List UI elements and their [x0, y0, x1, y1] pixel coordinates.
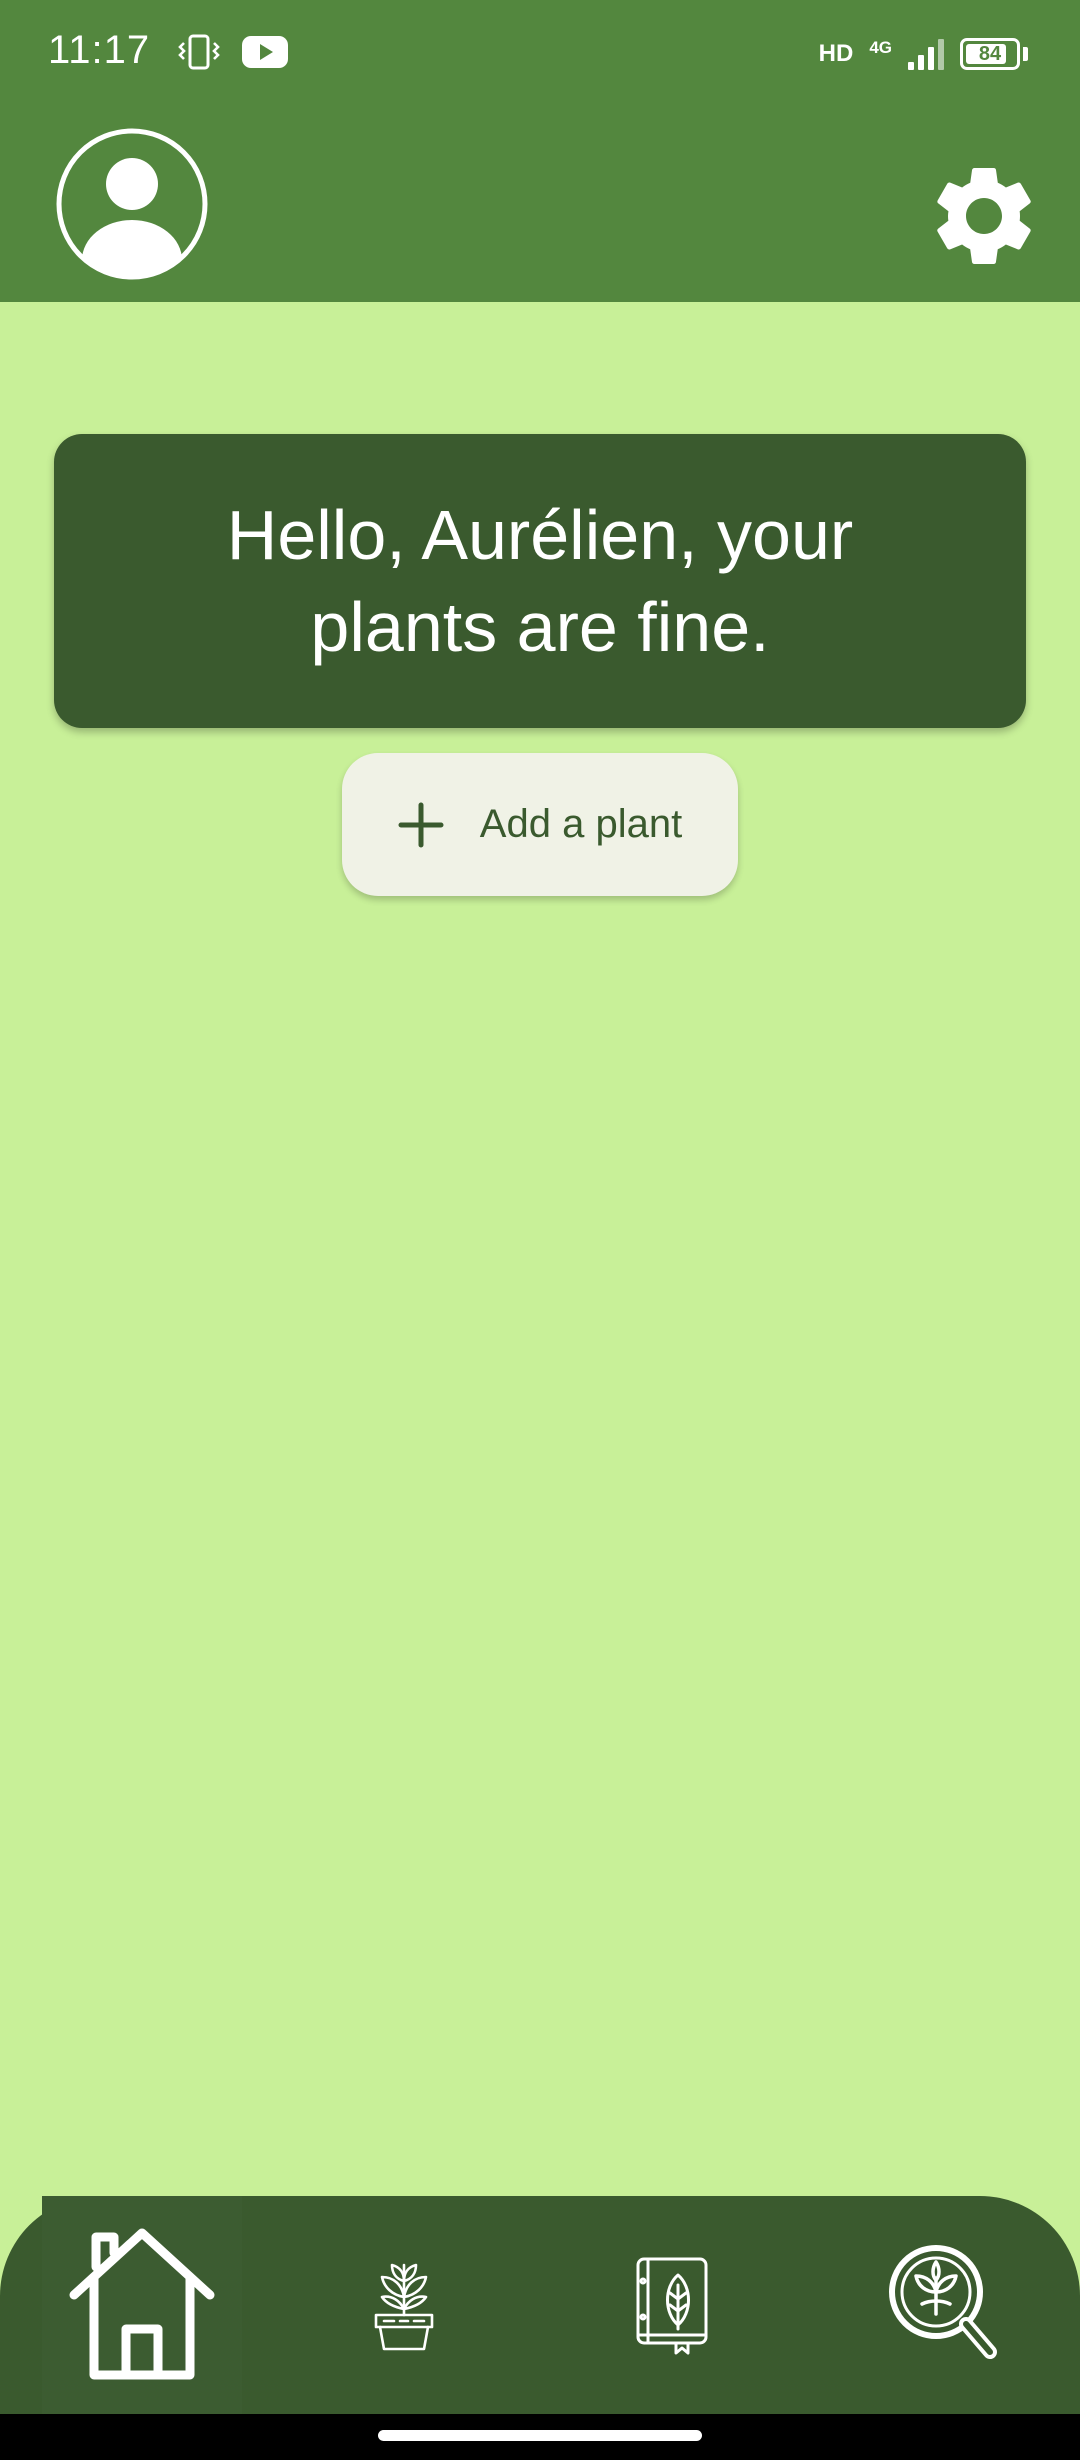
greeting-text: Hello, Aurélien, your plants are fine.	[226, 496, 854, 666]
status-time: 11:17	[48, 28, 151, 72]
nav-my-plants[interactable]	[316, 2196, 492, 2414]
settings-button[interactable]	[924, 156, 1044, 276]
account-circle-icon	[56, 128, 208, 280]
system-gesture-area	[0, 2414, 1080, 2460]
bottom-navigation	[0, 2196, 1080, 2414]
add-plant-button[interactable]: Add a plant	[342, 753, 738, 896]
status-left-icons	[178, 30, 288, 74]
network-type-label: 4G	[869, 38, 892, 57]
battery-level: 84	[978, 43, 1002, 65]
leaf-book-icon	[636, 2257, 708, 2355]
battery-tip	[1023, 47, 1028, 61]
greeting-card: Hello, Aurélien, your plants are fine.	[54, 434, 1026, 728]
plus-icon	[398, 802, 444, 847]
app-bar	[0, 110, 1080, 302]
home-gesture-handle[interactable]	[378, 2430, 702, 2441]
status-right-group: HD 4G 84	[819, 30, 1028, 78]
vibrate-icon	[178, 34, 220, 70]
signal-icon	[908, 39, 944, 70]
hd-label: HD	[818, 40, 854, 67]
youtube-icon	[242, 36, 288, 68]
nav-plant-search[interactable]	[856, 2196, 1032, 2414]
profile-button[interactable]	[56, 128, 208, 280]
home-icon	[69, 2228, 215, 2380]
gear-icon	[937, 167, 1031, 264]
potted-plant-icon	[374, 2263, 434, 2351]
plant-search-icon	[889, 2245, 997, 2359]
add-plant-label: Add a plant	[479, 802, 683, 846]
battery-icon: 84	[960, 38, 1020, 70]
status-bar: 11:17 HD 4G 84	[0, 0, 1080, 110]
nav-plant-guide[interactable]	[584, 2196, 760, 2414]
nav-home[interactable]	[42, 2196, 242, 2414]
